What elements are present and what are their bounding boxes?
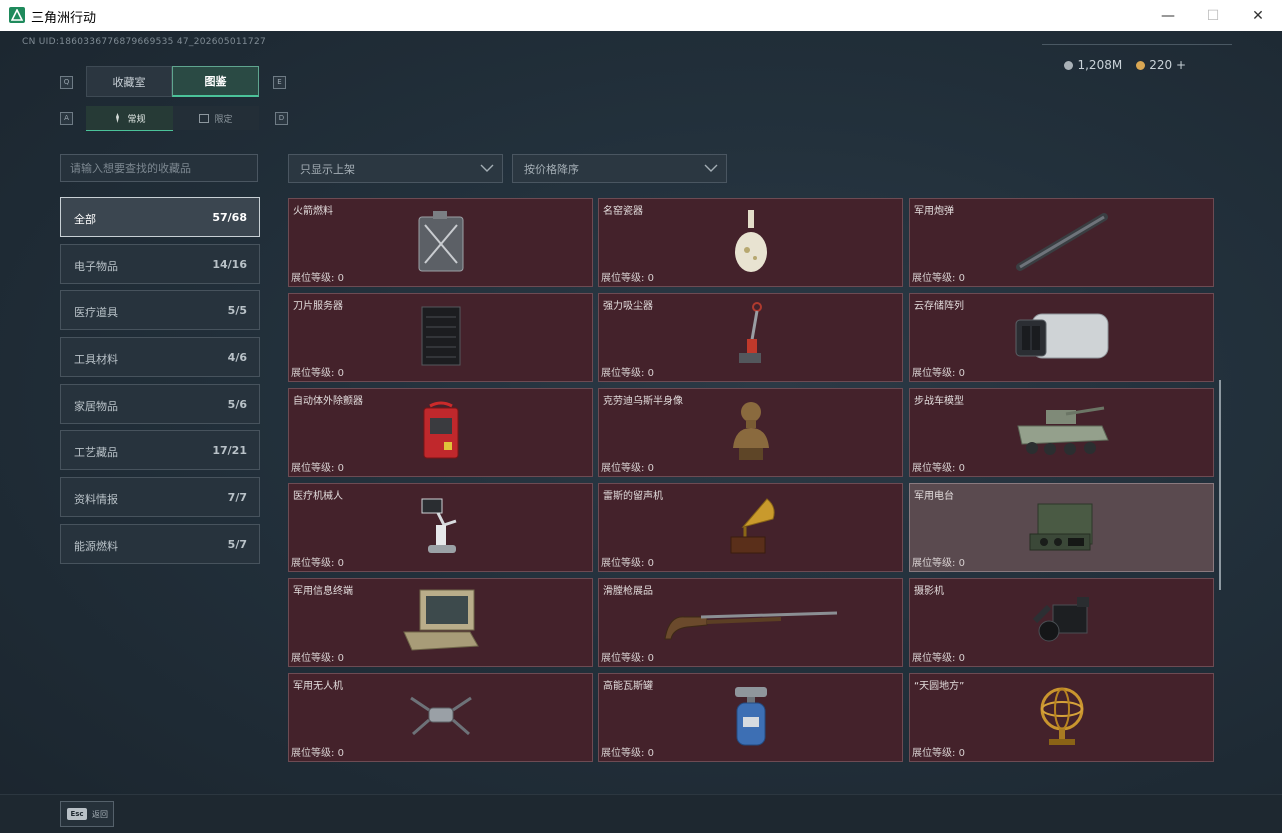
display-level: 展位等级: 0	[601, 463, 654, 474]
item-card-camera[interactable]: 摄影机 展位等级: 0	[909, 578, 1214, 667]
drone-icon	[409, 696, 472, 736]
item-card-artillery-shell[interactable]: 军用炮弹 展位等级: 0	[909, 198, 1214, 287]
musket-icon	[663, 611, 837, 640]
back-button[interactable]: Esc 返回	[60, 801, 114, 827]
shelf-filter-dropdown[interactable]: 只显示上架	[288, 154, 503, 183]
back-label: 返回	[92, 810, 108, 819]
top-divider	[1042, 44, 1232, 45]
window-titlebar: 三角洲行动 — ☐ ✕	[0, 0, 1282, 32]
armillary-sphere-icon	[1040, 687, 1083, 745]
item-card-military-radio[interactable]: 军用电台 展位等级: 0	[909, 483, 1214, 572]
item-card-ifv-model[interactable]: 步战车模型 展位等级: 0	[909, 388, 1214, 477]
category-all[interactable]: 全部 57/68	[60, 197, 260, 237]
item-card-military-terminal[interactable]: 军用信息终端 展位等级: 0	[288, 578, 593, 667]
hint-key-q: Q	[60, 76, 73, 89]
silver-coin-icon	[1064, 61, 1074, 70]
military-radio-icon	[1029, 503, 1092, 551]
item-card-defibrillator[interactable]: 自动体外除颤器 展位等级: 0	[288, 388, 593, 477]
chevron-down-icon	[480, 164, 494, 172]
display-level: 展位等级: 0	[912, 368, 965, 379]
limited-icon	[199, 113, 210, 123]
gold-coin-icon	[1136, 61, 1146, 70]
hint-key-d: D	[275, 112, 288, 125]
item-card-claudius-bust[interactable]: 克劳迪乌斯半身像 展位等级: 0	[598, 388, 903, 477]
category-electronics[interactable]: 电子物品 14/16	[60, 244, 260, 284]
minimize-button[interactable]: —	[1145, 0, 1191, 31]
item-card-military-drone[interactable]: 军用无人机 展位等级: 0	[288, 673, 593, 762]
artillery-shell-icon	[1015, 213, 1108, 271]
display-level: 展位等级: 0	[291, 558, 344, 569]
video-camera-icon	[1032, 597, 1089, 642]
display-level: 展位等级: 0	[912, 273, 965, 284]
item-card-medical-robot[interactable]: 医疗机械人 展位等级: 0	[288, 483, 593, 572]
defibrillator-icon	[423, 401, 458, 459]
item-card-cloud-storage[interactable]: 云存储阵列 展位等级: 0	[909, 293, 1214, 382]
gold-currency: 220 +	[1136, 58, 1186, 72]
search-input[interactable]: 请输入想要查找的收藏品	[60, 154, 258, 182]
hint-key-a: A	[60, 112, 73, 125]
category-tools[interactable]: 工具材料 4/6	[60, 337, 260, 377]
item-card-rocket-fuel[interactable]: 火箭燃料 展位等级: 0	[288, 198, 593, 287]
normal-icon	[116, 113, 120, 123]
tab-catalog[interactable]: 图鉴	[172, 66, 259, 97]
subtab-limited[interactable]: 限定	[173, 106, 259, 130]
display-level: 展位等级: 0	[601, 653, 654, 664]
esc-key-hint: Esc	[67, 808, 87, 820]
add-currency-button[interactable]: +	[1176, 58, 1186, 72]
porcelain-vase-icon	[734, 210, 767, 272]
gramophone-icon	[730, 498, 775, 554]
display-level: 展位等级: 0	[912, 463, 965, 474]
display-level: 展位等级: 0	[291, 653, 344, 664]
item-card-blade-server[interactable]: 刀片服务器 展位等级: 0	[288, 293, 593, 382]
display-level: 展位等级: 0	[912, 748, 965, 759]
armored-vehicle-model-icon	[1016, 406, 1109, 455]
category-intel[interactable]: 资料情报 7/7	[60, 477, 260, 517]
item-card-gas-canister[interactable]: 高能瓦斯罐 展位等级: 0	[598, 673, 903, 762]
display-level: 展位等级: 0	[912, 558, 965, 569]
silver-currency: 1,208M	[1064, 58, 1122, 72]
display-level: 展位等级: 0	[291, 368, 344, 379]
item-grid-scrollbar[interactable]	[1219, 380, 1221, 590]
app-logo-icon	[9, 7, 25, 23]
display-level: 展位等级: 0	[601, 273, 654, 284]
display-level: 展位等级: 0	[601, 558, 654, 569]
display-level: 展位等级: 0	[291, 463, 344, 474]
category-crafts[interactable]: 工艺藏品 17/21	[60, 430, 260, 470]
display-level: 展位等级: 0	[601, 748, 654, 759]
item-card-gramophone[interactable]: 雷斯的留声机 展位等级: 0	[598, 483, 903, 572]
hint-key-e: E	[273, 76, 286, 89]
window-title: 三角洲行动	[31, 11, 97, 26]
display-level: 展位等级: 0	[291, 273, 344, 284]
bottom-bar	[0, 794, 1282, 833]
close-button[interactable]: ✕	[1235, 0, 1281, 31]
currency-bar: 1,208M 220 +	[1064, 58, 1186, 72]
rocket-fuel-icon	[418, 211, 463, 272]
chevron-down-icon	[704, 164, 718, 172]
display-level: 展位等级: 0	[291, 748, 344, 759]
item-card-musket[interactable]: 滑膛枪展品 展位等级: 0	[598, 578, 903, 667]
player-uid: CN UID:1860336776879669535 47_2026050117…	[22, 37, 267, 47]
display-level: 展位等级: 0	[912, 653, 965, 664]
military-terminal-icon	[402, 589, 479, 651]
display-level: 展位等级: 0	[601, 368, 654, 379]
gas-canister-icon	[734, 687, 767, 746]
item-card-armillary-sphere[interactable]: “天圆地方” 展位等级: 0	[909, 673, 1214, 762]
category-medical[interactable]: 医疗道具 5/5	[60, 290, 260, 330]
item-card-porcelain[interactable]: 名窑瓷器 展位等级: 0	[598, 198, 903, 287]
cloud-storage-array-icon	[1015, 313, 1108, 359]
blade-server-icon	[421, 306, 460, 366]
item-card-vacuum-cleaner[interactable]: 强力吸尘器 展位等级: 0	[598, 293, 903, 382]
tab-collection-room[interactable]: 收藏室	[86, 66, 172, 97]
category-household[interactable]: 家居物品 5/6	[60, 384, 260, 424]
vacuum-cleaner-icon	[738, 302, 762, 363]
sort-dropdown[interactable]: 按价格降序	[512, 154, 727, 183]
game-viewport: CN UID:1860336776879669535 47_2026050117…	[0, 31, 1282, 833]
subtab-normal[interactable]: 常规	[86, 106, 173, 131]
bronze-bust-icon	[732, 402, 769, 460]
maximize-button[interactable]: ☐	[1190, 0, 1236, 31]
medical-robot-icon	[421, 498, 456, 553]
category-fuel[interactable]: 能源燃料 5/7	[60, 524, 260, 564]
